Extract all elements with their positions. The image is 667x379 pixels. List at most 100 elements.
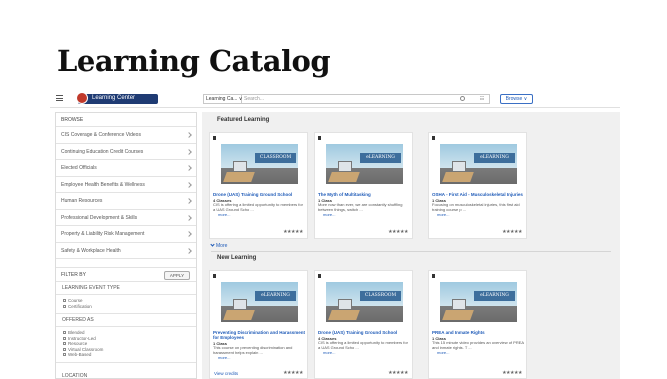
thumb-desk <box>223 172 255 182</box>
rating-stars: ★★★★★ <box>283 229 303 235</box>
thumb-desk <box>328 172 360 182</box>
chevron-right-icon <box>186 181 192 188</box>
search-icon[interactable] <box>460 96 465 101</box>
bookmark-icon[interactable] <box>213 136 216 140</box>
thumbnail-label: eLEARNING <box>474 291 515 301</box>
thumb-laptop <box>452 299 466 310</box>
course-thumbnail[interactable]: CLASSROOM <box>326 282 403 322</box>
top-bar: Learning Center Learning Ca... ∨ ☷ Brows… <box>50 90 620 108</box>
thumbnail-label: eLEARNING <box>360 153 401 163</box>
catalog-main: Featured Learning CLASSROOM Drone (UAS) … <box>202 112 620 379</box>
filter-by-label: FILTER BY <box>61 272 86 278</box>
card-title[interactable]: Preventing Discrimination and Harassment… <box>213 330 306 340</box>
bookmark-icon[interactable] <box>318 136 321 140</box>
apply-button[interactable]: APPLY <box>164 271 190 280</box>
logo[interactable]: Learning Center <box>76 92 158 104</box>
bookmark-icon[interactable] <box>432 136 435 140</box>
checkbox-icon[interactable] <box>63 304 66 308</box>
bookmark-icon[interactable] <box>432 274 435 278</box>
sidebar-item-elected-officials[interactable]: Elected Officials <box>56 160 196 177</box>
event-type-options: Course Certification <box>56 295 196 314</box>
thumb-laptop <box>338 161 352 172</box>
rating-stars: ★★★★★ <box>502 370 522 376</box>
course-thumbnail[interactable]: eLEARNING <box>221 282 298 322</box>
checkbox-icon[interactable] <box>63 331 66 335</box>
logo-text: Learning Center <box>92 95 136 101</box>
sidebar-item-risk-management[interactable]: Property & Liability Risk Management <box>56 226 196 243</box>
menu-icon[interactable] <box>56 95 63 101</box>
course-thumbnail[interactable]: eLEARNING <box>440 144 517 184</box>
chevron-right-icon <box>186 214 192 221</box>
browse-heading: BROWSE <box>56 113 196 127</box>
rating-stars: ★★★★★ <box>283 370 303 376</box>
thumb-desk <box>223 310 255 320</box>
thumb-desk <box>442 310 474 320</box>
sidebar-item-professional-development[interactable]: Professional Development & Skills <box>56 210 196 226</box>
checkbox-icon[interactable] <box>63 353 66 357</box>
card-description: This 15 minute video provides an overvie… <box>432 341 524 350</box>
sidebar-item-safety[interactable]: Safety & Workplace Health <box>56 243 196 259</box>
new-card-drone[interactable]: CLASSROOM Drone (UAS) Training Ground Sc… <box>314 270 413 379</box>
chevron-right-icon <box>186 231 192 237</box>
offered-as-heading: OFFERED AS <box>56 314 196 327</box>
sidebar-item-health-benefits[interactable]: Employee Health Benefits & Wellness <box>56 177 196 193</box>
more-link[interactable]: more... <box>437 212 449 217</box>
section-divider <box>211 251 611 252</box>
card-description: CIS is offering a limited opportunity to… <box>213 203 303 212</box>
view-credits-link[interactable]: View credits <box>214 371 238 376</box>
card-title[interactable]: Drone (UAS) Training Ground School <box>213 192 306 197</box>
filter-by-row: FILTER BY APPLY <box>56 267 196 282</box>
more-link[interactable]: more... <box>218 355 230 360</box>
sidebar-item-continuing-education[interactable]: Continuing Education Credit Courses <box>56 144 196 160</box>
thumbnail-label: eLEARNING <box>255 291 296 301</box>
course-thumbnail[interactable]: eLEARNING <box>440 282 517 322</box>
filter-icon[interactable]: ☷ <box>479 96 485 102</box>
chevron-right-icon <box>186 165 192 171</box>
more-link[interactable]: more... <box>323 350 335 355</box>
more-link[interactable]: more... <box>218 212 230 217</box>
checkbox-icon[interactable] <box>63 347 66 351</box>
location-heading: LOCATION <box>62 372 88 379</box>
checkbox-icon[interactable] <box>63 342 66 346</box>
sidebar-item-cis-coverage[interactable]: CIS Coverage & Conference Videos <box>56 127 196 144</box>
search-input[interactable] <box>244 95 464 103</box>
chevron-down-icon <box>210 242 215 247</box>
card-title[interactable]: The Myth of Multitasking <box>318 192 411 197</box>
course-thumbnail[interactable]: CLASSROOM <box>221 144 298 184</box>
checkbox-icon[interactable] <box>63 299 66 303</box>
rating-stars: ★★★★★ <box>388 370 408 376</box>
thumb-laptop <box>338 299 352 310</box>
featured-card-osha[interactable]: eLEARNING OSHA - First Aid - Musculoskel… <box>428 132 527 239</box>
card-title[interactable]: PREA and Inmate Rights <box>432 330 525 335</box>
more-link[interactable]: more... <box>437 350 449 355</box>
browse-button[interactable]: Browse ∨ <box>500 94 533 104</box>
sidebar-item-human-resources[interactable]: Human Resources <box>56 193 196 210</box>
slide-title: Learning Catalog <box>57 44 331 78</box>
thumb-desk <box>442 172 474 182</box>
show-more-link[interactable]: More <box>210 242 227 249</box>
checkbox-web-based[interactable]: Web-Based <box>63 352 196 358</box>
featured-card-multitasking[interactable]: eLEARNING The Myth of Multitasking 1 Cla… <box>314 132 413 239</box>
course-thumbnail[interactable]: eLEARNING <box>326 144 403 184</box>
checkbox-icon[interactable] <box>63 336 66 340</box>
card-description: CIS is offering a limited opportunity to… <box>318 341 408 350</box>
featured-card-drone[interactable]: CLASSROOM Drone (UAS) Training Ground Sc… <box>209 132 308 239</box>
chevron-right-icon <box>186 198 192 204</box>
new-learning-heading: New Learning <box>217 255 257 261</box>
search-scope-dropdown[interactable]: Learning Ca... ∨ <box>204 95 242 103</box>
card-title[interactable]: Drone (UAS) Training Ground School <box>318 330 411 335</box>
new-card-prea[interactable]: eLEARNING PREA and Inmate Rights 1 Class… <box>428 270 527 379</box>
more-link[interactable]: more... <box>323 212 335 217</box>
card-title[interactable]: OSHA - First Aid - Musculoskeletal Injur… <box>432 192 525 197</box>
bookmark-icon[interactable] <box>213 274 216 278</box>
new-card-discrimination[interactable]: eLEARNING Preventing Discrimination and … <box>209 270 308 379</box>
card-description: This course on preventing discrimination… <box>213 346 293 355</box>
thumbnail-label: CLASSROOM <box>255 153 296 163</box>
card-description: Focusing on musculoskeletal injuries, th… <box>432 203 520 212</box>
thumbnail-label: CLASSROOM <box>360 291 401 301</box>
bookmark-icon[interactable] <box>318 274 321 278</box>
rating-stars: ★★★★★ <box>502 229 522 235</box>
checkbox-certification[interactable]: Certification <box>63 304 196 310</box>
chevron-right-icon <box>186 132 192 138</box>
chevron-right-icon <box>186 148 192 155</box>
